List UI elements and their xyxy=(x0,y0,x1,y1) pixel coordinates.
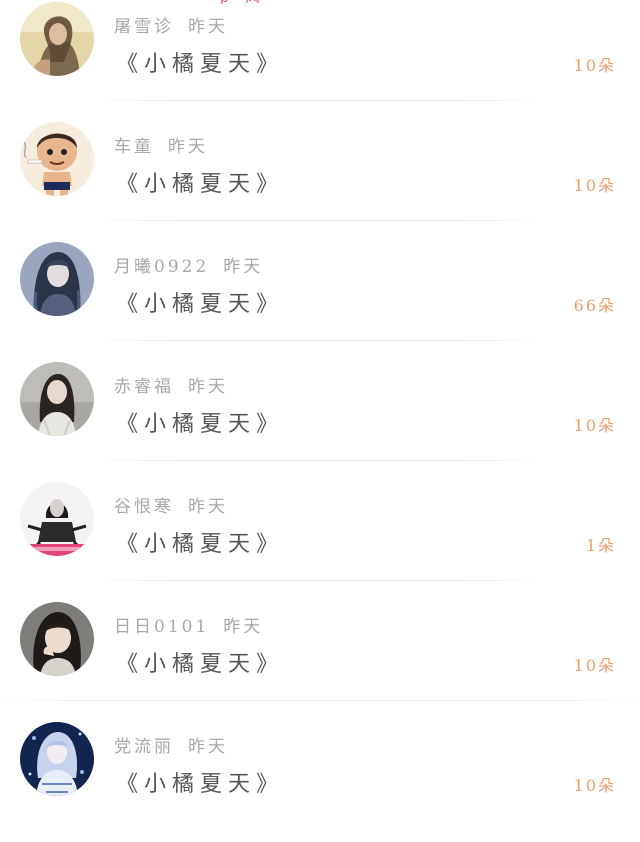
work-title[interactable]: 《小橘夏天》 xyxy=(116,166,284,198)
work-title[interactable]: 《小橘夏天》 xyxy=(116,406,284,438)
list-item[interactable]: 党流丽 昨天 《小橘夏天》 10朵 xyxy=(0,722,640,842)
divider xyxy=(104,100,534,101)
flower-count: 10朵 xyxy=(573,56,616,75)
divider xyxy=(104,220,534,221)
work-title[interactable]: 《小橘夏天》 xyxy=(116,286,284,318)
post-time: 昨天 xyxy=(188,737,228,757)
list-item[interactable]: 车童 昨天 《小橘夏天》 10朵 xyxy=(0,122,640,242)
avatar[interactable] xyxy=(20,2,94,76)
list-item[interactable]: 日日0101 昨天 《小橘夏天》 10朵 xyxy=(0,602,640,722)
user-meta: 党流丽 昨天 xyxy=(114,732,228,757)
flower-count: 10朵 xyxy=(573,656,616,675)
avatar[interactable] xyxy=(20,722,94,796)
user-meta: 车童 昨天 xyxy=(114,132,208,157)
avatar[interactable] xyxy=(20,362,94,436)
post-time: 昨天 xyxy=(188,497,228,517)
portrait-woman-golden-icon xyxy=(20,2,94,76)
list-item[interactable]: 屠雪诊 昨天 《小橘夏天》 10朵 xyxy=(0,2,640,122)
user-name[interactable]: 党流丽 xyxy=(114,737,174,757)
divider xyxy=(0,700,640,701)
flower-count: 10朵 xyxy=(573,416,616,435)
post-time: 昨天 xyxy=(223,257,264,277)
divider xyxy=(104,580,534,581)
work-title[interactable]: 《小橘夏天》 xyxy=(116,526,284,558)
post-time: 昨天 xyxy=(168,137,208,157)
post-time: 昨天 xyxy=(188,17,228,37)
user-name[interactable]: 日日0101 xyxy=(114,617,209,637)
portrait-woman-street-icon xyxy=(20,362,94,436)
user-name[interactable]: 赤睿福 xyxy=(114,377,174,397)
portrait-woman-sitting-bw-icon xyxy=(20,482,94,556)
work-title[interactable]: 《小橘夏天》 xyxy=(116,766,284,798)
user-meta: 谷恨寒 昨天 xyxy=(114,492,228,517)
flower-count: 10朵 xyxy=(573,776,616,795)
avatar[interactable] xyxy=(20,242,94,316)
portrait-woman-blue-hair-icon xyxy=(20,242,94,316)
user-name[interactable]: 屠雪诊 xyxy=(114,17,174,37)
flower-count: 10朵 xyxy=(573,176,616,195)
work-title[interactable]: 《小橘夏天》 xyxy=(116,46,284,78)
user-meta: 屠雪诊 昨天 xyxy=(114,12,228,37)
user-name[interactable]: 月曦0922 xyxy=(114,257,209,277)
cartoon-boy-smoking-icon xyxy=(20,122,94,196)
divider xyxy=(104,340,534,341)
post-time: 昨天 xyxy=(223,617,264,637)
user-name[interactable]: 谷恨寒 xyxy=(114,497,174,517)
divider xyxy=(104,460,534,461)
avatar[interactable] xyxy=(20,122,94,196)
post-time: 昨天 xyxy=(188,377,228,397)
portrait-girl-hand-chin-icon xyxy=(20,602,94,676)
list-item[interactable]: 月曦0922 昨天 《小橘夏天》 66朵 xyxy=(0,242,640,362)
anime-girl-blue-icon xyxy=(20,722,94,796)
avatar[interactable] xyxy=(20,482,94,556)
user-meta: 日日0101 昨天 xyxy=(114,612,263,637)
flower-count: 66朵 xyxy=(573,296,616,315)
user-meta: 月曦0922 昨天 xyxy=(114,252,263,277)
work-title[interactable]: 《小橘夏天》 xyxy=(116,646,284,678)
avatar[interactable] xyxy=(20,602,94,676)
user-meta: 赤睿福 昨天 xyxy=(114,372,228,397)
flower-count: 1朵 xyxy=(585,536,616,555)
list-item[interactable]: 谷恨寒 昨天 《小橘夏天》 1朵 xyxy=(0,482,640,602)
user-name[interactable]: 车童 xyxy=(114,137,154,157)
list-item[interactable]: 赤睿福 昨天 《小橘夏天》 10朵 xyxy=(0,362,640,482)
